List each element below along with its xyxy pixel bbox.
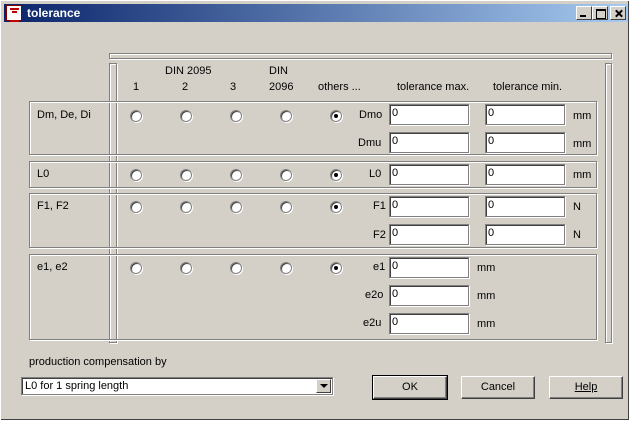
- compensation-select[interactable]: L0 for 1 spring length: [21, 377, 333, 395]
- header-tolerance-min: tolerance min.: [493, 81, 563, 93]
- e2u-unit: mm: [477, 318, 496, 330]
- e2o-unit: mm: [477, 290, 496, 302]
- radio-dm-din2095-3[interactable]: [230, 110, 242, 122]
- header-tolerance-max: tolerance max.: [397, 81, 470, 93]
- radio-e-others[interactable]: [330, 262, 342, 274]
- e1-unit: mm: [477, 262, 496, 274]
- radio-e-din2096[interactable]: [280, 262, 292, 274]
- header-din2096-line2: 2096: [269, 81, 294, 93]
- l0-min-input[interactable]: 0: [485, 164, 565, 185]
- header-col-1: 1: [133, 81, 140, 93]
- compensation-label: production compensation by: [29, 356, 167, 368]
- dmo-unit: mm: [573, 110, 592, 122]
- group-label-e1-e2: e1, e2: [37, 261, 68, 273]
- radio-f-others[interactable]: [330, 201, 342, 213]
- row-label-dmu: Dmu: [358, 137, 382, 149]
- radio-e-din2095-1[interactable]: [130, 262, 142, 274]
- title-bar[interactable]: tolerance: [4, 4, 628, 22]
- group-label-l0: L0: [37, 168, 50, 180]
- tolerance-dialog: tolerance DIN 2095 DIN 1 2 3 2096 others…: [0, 0, 630, 421]
- header-col-3: 3: [230, 81, 237, 93]
- window-title: tolerance: [27, 6, 81, 20]
- close-icon[interactable]: [610, 6, 626, 20]
- radio-l0-din2095-3[interactable]: [230, 169, 242, 181]
- row-label-f1: F1: [373, 200, 386, 212]
- dmu-max-input[interactable]: 0: [389, 132, 469, 153]
- chevron-down-icon[interactable]: [316, 379, 331, 393]
- dmo-min-input[interactable]: 0: [485, 104, 565, 125]
- row-label-f2: F2: [373, 229, 386, 241]
- ok-button[interactable]: OK: [372, 375, 448, 400]
- radio-e-din2095-2[interactable]: [180, 262, 192, 274]
- radio-dm-din2095-1[interactable]: [130, 110, 142, 122]
- radio-l0-din2096[interactable]: [280, 169, 292, 181]
- right-frame-line: [605, 63, 612, 343]
- top-frame-line: [109, 53, 612, 59]
- e2o-max-input[interactable]: 0: [389, 285, 469, 306]
- maximize-icon[interactable]: [592, 6, 608, 20]
- radio-dm-din2095-2[interactable]: [180, 110, 192, 122]
- radio-dm-din2096[interactable]: [280, 110, 292, 122]
- radio-l0-din2095-2[interactable]: [180, 169, 192, 181]
- cancel-button[interactable]: Cancel: [461, 376, 535, 399]
- compensation-value: L0 for 1 spring length: [25, 380, 129, 392]
- f2-unit: N: [573, 229, 581, 241]
- row-label-e2u: e2u: [363, 317, 382, 329]
- radio-f-din2096[interactable]: [280, 201, 292, 213]
- radio-l0-others[interactable]: [330, 169, 342, 181]
- row-label-e1: e1: [373, 261, 386, 273]
- e1-max-input[interactable]: 0: [389, 257, 469, 278]
- dmu-min-input[interactable]: 0: [485, 132, 565, 153]
- l0-max-input[interactable]: 0: [389, 164, 469, 185]
- e2u-max-input[interactable]: 0: [389, 313, 469, 334]
- help-button-label: Help: [574, 381, 598, 393]
- group-e1-e2: [29, 254, 597, 340]
- radio-f-din2095-1[interactable]: [130, 201, 142, 213]
- header-din2096-line1: DIN: [269, 65, 288, 77]
- radio-dm-others[interactable]: [330, 110, 342, 122]
- minimize-icon[interactable]: [576, 6, 592, 20]
- spring-app-icon: [6, 5, 22, 22]
- row-label-dmo: Dmo: [359, 109, 383, 121]
- header-din2095: DIN 2095: [165, 65, 212, 77]
- f2-min-input[interactable]: 0: [485, 224, 565, 245]
- group-label-f1-f2: F1, F2: [37, 200, 69, 212]
- help-button[interactable]: Help: [549, 376, 623, 399]
- f2-max-input[interactable]: 0: [389, 224, 469, 245]
- radio-e-din2095-3[interactable]: [230, 262, 242, 274]
- radio-f-din2095-3[interactable]: [230, 201, 242, 213]
- row-label-e2o: e2o: [365, 289, 384, 301]
- group-label-dm-de-di: Dm, De, Di: [37, 109, 91, 121]
- f1-max-input[interactable]: 0: [389, 196, 469, 217]
- dmu-unit: mm: [573, 138, 592, 150]
- l0-unit: mm: [573, 169, 592, 181]
- f1-unit: N: [573, 201, 581, 213]
- f1-min-input[interactable]: 0: [485, 196, 565, 217]
- radio-l0-din2095-1[interactable]: [130, 169, 142, 181]
- header-others: others ...: [318, 81, 361, 93]
- dmo-max-input[interactable]: 0: [389, 104, 469, 125]
- row-label-l0: L0: [369, 168, 382, 180]
- radio-f-din2095-2[interactable]: [180, 201, 192, 213]
- header-col-2: 2: [182, 81, 189, 93]
